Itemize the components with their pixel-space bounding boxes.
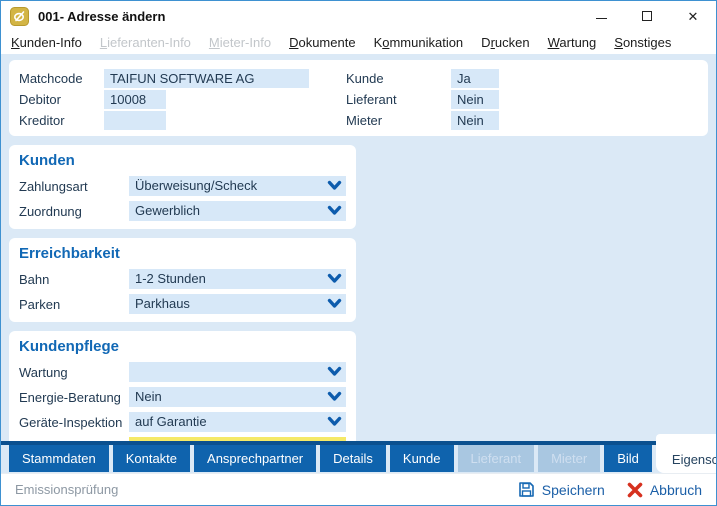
energie-beratung-label: Energie-Beratung bbox=[19, 390, 129, 405]
wartung-row: Wartung bbox=[19, 362, 346, 382]
section-kundenpflege-title: Kundenpflege bbox=[19, 338, 346, 355]
cancel-x-icon bbox=[627, 482, 643, 498]
lieferant-flag-row: Lieferant Nein bbox=[346, 89, 499, 109]
kreditor-field[interactable] bbox=[104, 111, 166, 130]
wartung-dropdown[interactable] bbox=[129, 362, 346, 382]
maximize-button[interactable] bbox=[624, 1, 670, 31]
save-button[interactable]: Speichern bbox=[518, 481, 605, 498]
menu-wartung[interactable]: Wartung bbox=[539, 35, 606, 50]
tab-mieter[interactable]: Mieter bbox=[538, 445, 600, 472]
status-bar: Emissionsprüfung Speichern Abbruch bbox=[1, 473, 716, 505]
minimize-button[interactable] bbox=[578, 1, 624, 31]
zuordnung-dropdown[interactable]: Gewerblich bbox=[129, 201, 346, 221]
title-bar[interactable]: 001- Adresse ändern ✕ bbox=[1, 1, 716, 31]
chevron-down-icon bbox=[327, 298, 342, 310]
chevron-down-icon bbox=[327, 366, 342, 378]
geraete-inspektion-dropdown[interactable]: auf Garantie bbox=[129, 412, 346, 432]
tab-eigenschaften[interactable]: Eigenschaften bbox=[656, 434, 717, 473]
bahn-label: Bahn bbox=[19, 272, 129, 287]
kunde-field[interactable]: Ja bbox=[451, 69, 499, 88]
debitor-field[interactable]: 10008 bbox=[104, 90, 166, 109]
mieter-label: Mieter bbox=[346, 113, 451, 128]
lieferant-field[interactable]: Nein bbox=[451, 90, 499, 109]
chevron-down-icon bbox=[327, 273, 342, 285]
maximize-icon bbox=[642, 11, 652, 21]
parken-label: Parken bbox=[19, 297, 129, 312]
debitor-label: Debitor bbox=[19, 92, 104, 107]
menu-kommunikation[interactable]: Kommunikation bbox=[365, 35, 473, 50]
close-button[interactable]: ✕ bbox=[670, 1, 716, 31]
chevron-down-icon bbox=[327, 391, 342, 403]
menu-sonstiges[interactable]: Sonstiges bbox=[605, 35, 680, 50]
section-kundenpflege: Kundenpflege Wartung Energie-Beratung Ne… bbox=[9, 331, 356, 441]
tab-ansprechpartner[interactable]: Ansprechpartner bbox=[194, 445, 316, 472]
tab-kunde[interactable]: Kunde bbox=[390, 445, 454, 472]
bahn-dropdown[interactable]: 1-2 Stunden bbox=[129, 269, 346, 289]
chevron-down-icon bbox=[327, 416, 342, 428]
section-kunden: Kunden Zahlungsart Überweisung/Scheck Zu… bbox=[9, 145, 356, 229]
zahlungsart-dropdown[interactable]: Überweisung/Scheck bbox=[129, 176, 346, 196]
tab-bild[interactable]: Bild bbox=[604, 445, 652, 472]
kreditor-label: Kreditor bbox=[19, 113, 104, 128]
address-edit-window: 001- Adresse ändern ✕ Kunden-Info Liefer… bbox=[0, 0, 717, 506]
flags-column: Kunde Ja Lieferant Nein Mieter Nein bbox=[346, 68, 499, 131]
status-text: Emissionsprüfung bbox=[15, 482, 496, 497]
menu-dokumente[interactable]: Dokumente bbox=[280, 35, 364, 50]
window-controls: ✕ bbox=[578, 1, 716, 31]
app-logo-icon bbox=[10, 7, 29, 26]
menu-bar: Kunden-Info Lieferanten-Info Mieter-Info… bbox=[1, 31, 716, 54]
zahlungsart-row: Zahlungsart Überweisung/Scheck bbox=[19, 176, 346, 196]
menu-lieferanten-info[interactable]: Lieferanten-Info bbox=[91, 35, 200, 50]
zuordnung-label: Zuordnung bbox=[19, 204, 129, 219]
tab-lieferant[interactable]: Lieferant bbox=[458, 445, 535, 472]
menu-mieter-info[interactable]: Mieter-Info bbox=[200, 35, 280, 50]
chevron-down-icon bbox=[327, 180, 342, 192]
wartung-label: Wartung bbox=[19, 365, 129, 380]
mieter-flag-row: Mieter Nein bbox=[346, 110, 499, 130]
cancel-label: Abbruch bbox=[650, 482, 702, 498]
tab-bar: Stammdaten Kontakte Ansprechpartner Deta… bbox=[1, 441, 716, 473]
lieferant-label: Lieferant bbox=[346, 92, 451, 107]
energie-beratung-dropdown[interactable]: Nein bbox=[129, 387, 346, 407]
cancel-button[interactable]: Abbruch bbox=[627, 482, 702, 498]
geraete-inspektion-label: Geräte-Inspektion bbox=[19, 415, 129, 430]
tab-stammdaten[interactable]: Stammdaten bbox=[9, 445, 109, 472]
zuordnung-row: Zuordnung Gewerblich bbox=[19, 201, 346, 221]
geraete-inspektion-row: Geräte-Inspektion auf Garantie bbox=[19, 412, 346, 432]
zahlungsart-label: Zahlungsart bbox=[19, 179, 129, 194]
close-icon: ✕ bbox=[688, 10, 699, 23]
content-area: Matchcode TAIFUN SOFTWARE AG Debitor 100… bbox=[1, 54, 716, 441]
kunde-flag-row: Kunde Ja bbox=[346, 68, 499, 88]
energie-beratung-row: Energie-Beratung Nein bbox=[19, 387, 346, 407]
kunde-label: Kunde bbox=[346, 71, 451, 86]
matchcode-label: Matchcode bbox=[19, 71, 104, 86]
parken-row: Parken Parkhaus bbox=[19, 294, 346, 314]
header-panel: Matchcode TAIFUN SOFTWARE AG Debitor 100… bbox=[9, 60, 708, 136]
menu-drucken[interactable]: Drucken bbox=[472, 35, 538, 50]
save-label: Speichern bbox=[542, 482, 605, 498]
chevron-down-icon bbox=[327, 205, 342, 217]
tab-details[interactable]: Details bbox=[320, 445, 386, 472]
parken-dropdown[interactable]: Parkhaus bbox=[129, 294, 346, 314]
matchcode-field[interactable]: TAIFUN SOFTWARE AG bbox=[104, 69, 309, 88]
minimize-icon bbox=[596, 18, 607, 19]
window-title: 001- Adresse ändern bbox=[38, 9, 578, 24]
section-erreichbarkeit-title: Erreichbarkeit bbox=[19, 245, 346, 262]
section-kunden-title: Kunden bbox=[19, 152, 346, 169]
bahn-row: Bahn 1-2 Stunden bbox=[19, 269, 346, 289]
menu-kunden-info[interactable]: Kunden-Info bbox=[2, 35, 91, 50]
mieter-field[interactable]: Nein bbox=[451, 111, 499, 130]
save-floppy-icon bbox=[518, 481, 535, 498]
section-erreichbarkeit: Erreichbarkeit Bahn 1-2 Stunden Parken P… bbox=[9, 238, 356, 322]
tab-kontakte[interactable]: Kontakte bbox=[113, 445, 190, 472]
